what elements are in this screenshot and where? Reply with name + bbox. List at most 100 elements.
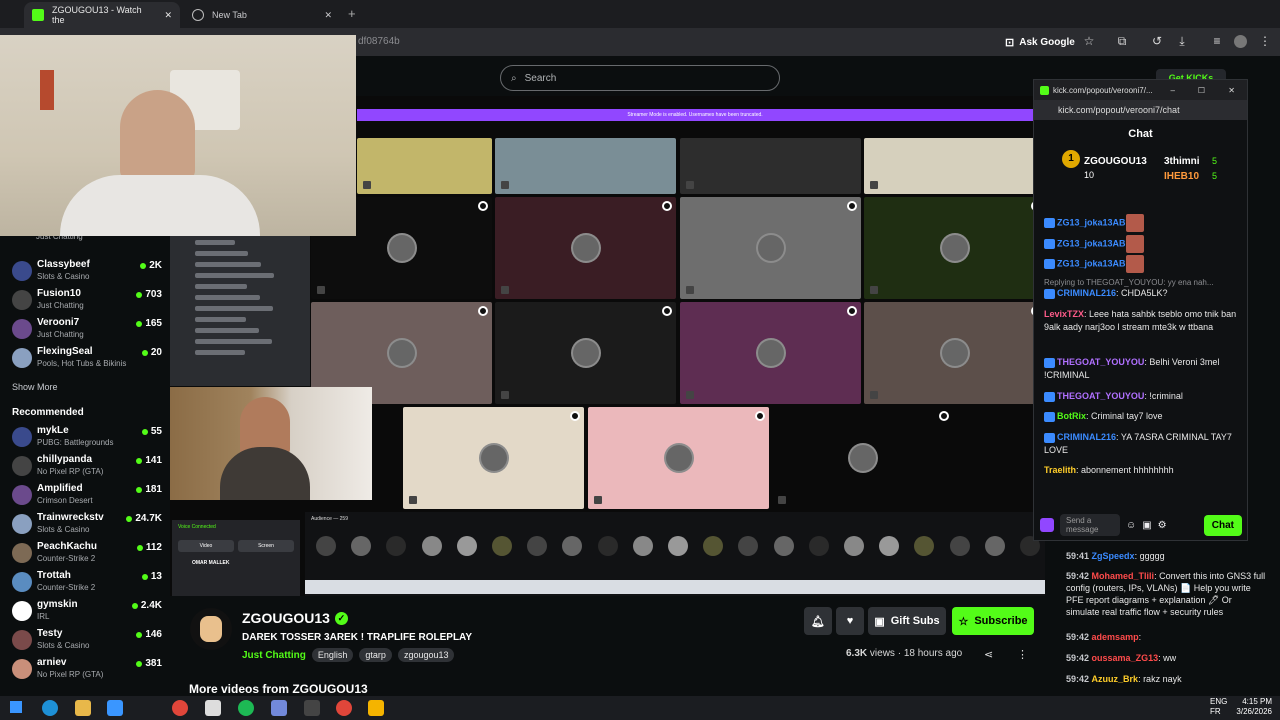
edge-icon[interactable] <box>42 700 58 716</box>
close-icon[interactable]: ✕ <box>1228 86 1235 95</box>
viewer-count-value: 165 <box>145 318 162 329</box>
participant-avatar <box>386 233 417 263</box>
chat-username[interactable]: BotRix <box>1057 411 1086 421</box>
channel-name-row[interactable]: ZGOUGOU13 ✓ <box>242 610 348 626</box>
tag-chip[interactable]: zgougou13 <box>397 648 455 662</box>
chrome-active-icon[interactable] <box>336 700 352 716</box>
emote-icon[interactable]: ☺ <box>1126 520 1136 531</box>
member-line <box>195 339 272 344</box>
windows-start-icon[interactable] <box>10 701 22 713</box>
close-icon[interactable]: ✕ <box>324 10 332 21</box>
participant-tile <box>495 302 676 404</box>
popout-url[interactable]: kick.com/popout/verooni7/chat <box>1034 100 1247 120</box>
maximize-icon[interactable]: ☐ <box>1198 86 1205 95</box>
category-link[interactable]: Just Chatting <box>242 650 306 661</box>
show-more-link[interactable]: Show More <box>12 382 58 392</box>
search-placeholder: Search <box>524 72 557 84</box>
viewer-count: 381 <box>136 658 162 669</box>
chat-send-button[interactable]: Chat <box>1203 514 1242 536</box>
recommended-channel[interactable]: Trottah Counter-Strike 2 13 <box>12 568 162 596</box>
recommended-channel[interactable]: PeachKachu Counter-Strike 2 112 <box>12 539 162 567</box>
url-text[interactable]: df08764b <box>358 36 400 47</box>
sidebar-recommended: mykLe PUBG: Battlegrounds 55 chillypanda No … <box>0 423 170 696</box>
chrome-icon[interactable] <box>172 700 188 716</box>
chat-username[interactable]: Azuuz_Brk <box>1092 674 1139 684</box>
mic-icon[interactable] <box>1040 518 1054 532</box>
follow-button[interactable]: ♥ <box>836 607 864 635</box>
file-explorer-icon[interactable] <box>75 700 91 716</box>
viewer-count-value: 146 <box>145 629 162 640</box>
history-icon[interactable]: ↺ <box>1150 34 1164 48</box>
app-icon[interactable] <box>368 700 384 716</box>
chat-username[interactable]: ZG13_joka13AB <box>1057 238 1126 248</box>
channel-category: Just Chatting <box>37 301 84 310</box>
tag-chip[interactable]: gtarp <box>359 648 392 662</box>
channel-category: Pools, Hot Tubs & Bikinis <box>37 359 127 368</box>
chat-send-bar: Send a message ☺ ▣ ⚙ Chat <box>1040 513 1242 537</box>
close-icon[interactable]: ✕ <box>164 10 172 21</box>
chat-username[interactable]: oussama_ZG13 <box>1092 653 1159 663</box>
stream-tags: Just Chatting English gtarp zgougou13 <box>242 648 455 662</box>
chat-username[interactable]: THEGOAT_YOUYOU <box>1057 357 1144 367</box>
followed-channel[interactable]: Classybeef Slots & Casino 2K <box>12 257 162 285</box>
settings-icon[interactable]: ⚙ <box>1158 520 1167 531</box>
new-tab-icon[interactable]: + <box>348 6 356 21</box>
chat-input[interactable]: Send a message <box>1060 514 1120 536</box>
star-icon[interactable]: ☆ <box>1082 34 1096 48</box>
channel-name[interactable]: ZGOUGOU13 <box>242 610 330 626</box>
chat-username[interactable]: ZG13_joka13AB <box>1057 258 1126 268</box>
subscribe-button[interactable]: ☆ Subscribe <box>952 607 1034 635</box>
gift-subs-button[interactable]: ▣ Gift Subs <box>868 607 946 635</box>
profile-avatar[interactable] <box>1234 35 1247 48</box>
chat-username[interactable]: Traelith <box>1044 465 1076 475</box>
recommended-channel[interactable]: chillypanda No Pixel RP (GTA) 141 <box>12 452 162 480</box>
recommended-channel[interactable]: gymskin IRL 2.4K <box>12 597 162 625</box>
chat-username[interactable]: ZgSpeedx <box>1092 551 1135 561</box>
spotify-icon[interactable] <box>238 700 254 716</box>
recommended-channel[interactable]: mykLe PUBG: Battlegrounds 55 <box>12 423 162 451</box>
menu-icon[interactable]: ⋮ <box>1258 34 1272 48</box>
chat-username[interactable]: Mohamed_Tlili <box>1092 571 1155 581</box>
chat-username[interactable]: ZG13_joka13AB <box>1057 217 1126 227</box>
tab-new[interactable]: New Tab ✕ <box>184 2 340 28</box>
chat-message: Traelith: abonnement hhhhhhhh <box>1044 464 1244 477</box>
webcam-overlay-secondary <box>170 387 372 500</box>
tab-active[interactable]: ZGOUGOU13 - Watch the ✕ <box>24 2 180 28</box>
obs-icon[interactable] <box>304 700 320 716</box>
discord-icon[interactable] <box>271 700 287 716</box>
followed-channel[interactable]: Verooni7 Just Chatting 165 <box>12 315 162 343</box>
emote-icon <box>1125 235 1144 253</box>
participant-avatar <box>570 338 601 368</box>
screen-share-icon <box>847 201 857 211</box>
recommended-channel[interactable]: Amplified Crimson Desert 181 <box>12 481 162 509</box>
system-clock[interactable]: 4:15 PM 3/26/2026 <box>1212 697 1272 717</box>
ask-google-button[interactable]: ⊡ Ask Google <box>1005 33 1075 51</box>
minimize-icon[interactable]: – <box>1171 86 1175 95</box>
chat-username[interactable]: ademsamp <box>1092 632 1139 642</box>
chat-message: ZG13_joka13AB <box>1044 235 1244 253</box>
search-input[interactable]: ⌕ Search <box>500 65 780 91</box>
followed-channel[interactable]: Fusion10 Just Chatting 703 <box>12 286 162 314</box>
channel-avatar[interactable] <box>190 608 232 650</box>
chat-username[interactable]: THEGOAT_YOUYOU <box>1057 391 1144 401</box>
followed-channel[interactable]: FlexingSeal Pools, Hot Tubs & Bikinis 20 <box>12 344 162 372</box>
chat-timestamp: 59:42 <box>1066 571 1090 581</box>
chat-username[interactable]: CRIMINAL216 <box>1057 432 1116 442</box>
notification-bell-button[interactable]: 🔔︎ <box>804 607 832 635</box>
recommended-channel[interactable]: Trainwreckstv Slots & Casino 24.7K <box>12 510 162 538</box>
recommended-channel[interactable]: arniev No Pixel RP (GTA) 381 <box>12 655 162 683</box>
gift-icon[interactable]: ▣ <box>1142 520 1151 531</box>
more-options-icon[interactable]: ⋮ <box>1017 648 1028 661</box>
avatar <box>12 319 32 339</box>
recommended-channel[interactable]: Testy Slots & Casino 146 <box>12 626 162 654</box>
viewer-count: 24.7K <box>126 513 162 524</box>
clock-icon[interactable] <box>205 700 221 716</box>
chat-username[interactable]: LevixTZX <box>1044 309 1084 319</box>
chat-username[interactable]: CRIMINAL216 <box>1057 288 1116 298</box>
media-icon[interactable]: ≡ <box>1210 34 1224 48</box>
download-icon[interactable]: ⤓ <box>1175 34 1189 48</box>
share-icon[interactable]: ⋖ <box>984 648 993 661</box>
store-icon[interactable] <box>107 700 123 716</box>
tag-chip[interactable]: English <box>311 648 354 662</box>
extensions-icon[interactable]: ⧉ <box>1115 34 1129 48</box>
